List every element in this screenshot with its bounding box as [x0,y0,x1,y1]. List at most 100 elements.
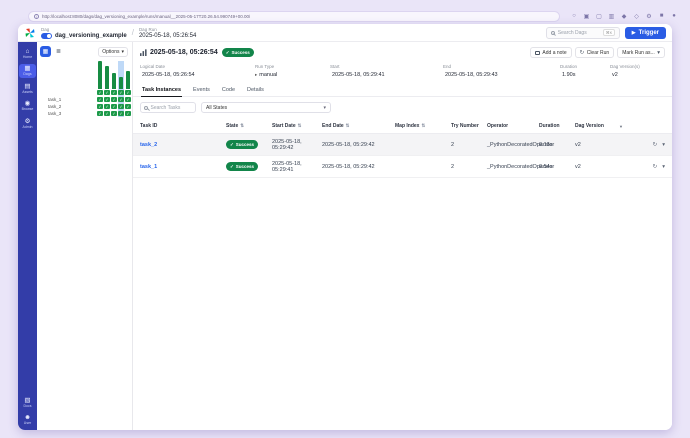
column-header[interactable]: Try Number ⇅ [451,123,487,129]
task-instance-square[interactable]: ✓ [97,110,103,117]
column-header[interactable]: Map Index ⇅ [395,123,451,129]
run-duration-bar[interactable] [111,73,117,89]
search-dags-input[interactable]: Search Dags ⌘K [545,26,620,39]
task-instance-square[interactable]: ✓ [97,96,103,103]
sort-icon[interactable]: ⇅ [346,123,350,129]
run-duration-bar-cell[interactable] [97,61,103,89]
task-instance-square[interactable]: ✓ [111,89,117,96]
sort-icon[interactable]: ⇅ [298,123,302,129]
sidebar-item[interactable]: ☻ User [19,413,36,428]
browser-toolbar-icon[interactable]: ⚙ [645,13,653,20]
tab[interactable]: Code [221,87,236,96]
sidebar-item[interactable]: ⚙ Admin [19,116,36,131]
task-instance-square[interactable]: ✓ [125,96,131,103]
address-bar[interactable]: i http://localhost:8080/dags/dag_version… [28,10,560,22]
browser-toolbar-icon[interactable]: ▥ [608,13,616,20]
task-instance-cell[interactable]: ✓ [118,103,124,110]
row-menu-icon[interactable]: ▾ [662,142,665,148]
state-filter-select[interactable]: All States ▾ [201,102,331,113]
task-instance-cell[interactable]: ✓ [97,103,103,110]
run-duration-bar[interactable] [104,66,110,89]
task-instance-square[interactable]: ✓ [104,96,110,103]
clear-run-button[interactable]: ↻ Clear Run [574,47,615,58]
column-header[interactable]: End Date ⇅ [322,123,395,129]
task-instance-square[interactable]: ✓ [111,110,117,117]
browser-toolbar-icon[interactable]: ◆ [620,13,628,20]
task-instance-cell[interactable]: ✓ [104,103,110,110]
task-instance-square[interactable]: ✓ [125,103,131,110]
tab[interactable]: Task Instances [141,87,183,97]
run-duration-bar[interactable] [97,61,103,89]
task-instance-square[interactable]: ✓ [111,103,117,110]
column-header[interactable]: Operator ⇅ [487,123,539,129]
task-instance-square[interactable]: ✓ [97,103,103,110]
task-instance-cell[interactable]: ✓ [104,110,110,117]
task-list-button[interactable]: ≣ [53,46,64,57]
task-instance-square[interactable]: ✓ [104,89,110,96]
site-info-icon[interactable]: i [34,13,39,19]
task-instance-cell[interactable]: ✓ [111,89,117,96]
search-tasks-input[interactable]: Search Tasks [140,102,196,113]
task-instance-cell[interactable]: ✓ [111,103,117,110]
column-header[interactable]: Dag Version ⇅ [575,123,619,129]
task-instance-square[interactable]: ✓ [97,89,103,96]
grid-task-label[interactable]: task_3 [39,111,96,116]
row-menu-icon[interactable]: ▾ [662,164,665,170]
tab[interactable]: Details [246,87,265,96]
column-header[interactable]: Start Date ⇅ [272,123,322,129]
task-instance-cell[interactable]: ✓ [111,110,117,117]
task-instance-cell[interactable]: ✓ [111,96,117,103]
browser-toolbar-icon[interactable]: ● [670,13,678,19]
task-instance-square[interactable]: ✓ [111,96,117,103]
run-duration-bar-cell[interactable] [118,61,124,89]
run-duration-bar[interactable] [118,76,124,89]
run-duration-bar[interactable] [125,71,131,89]
sidebar-item[interactable]: ◉ Browse [19,99,36,114]
task-instance-square[interactable]: ✓ [125,89,131,96]
task-instance-square[interactable]: ✓ [104,103,110,110]
browser-toolbar-icon[interactable]: ▣ [583,13,591,20]
sidebar-item[interactable]: ▦ Dags [19,63,36,78]
mark-run-as-button[interactable]: Mark Run as... ▾ [617,47,665,58]
task-instance-cell[interactable]: ✓ [118,96,124,103]
add-note-button[interactable]: Add a note [529,47,572,58]
column-filter-toggle[interactable]: ▼ [619,124,635,129]
options-dropdown[interactable]: Options ▾ [98,46,128,57]
grid-view-button[interactable]: ▦ [40,46,51,57]
run-duration-bar-cell[interactable] [125,61,131,89]
task-instance-cell[interactable]: ✓ [104,96,110,103]
tab[interactable]: Events [192,87,211,96]
dag-pause-toggle[interactable] [41,32,52,39]
task-instance-cell[interactable]: ✓ [97,96,103,103]
column-header[interactable]: State ⇅ [226,123,272,129]
column-header[interactable]: Duration ⇅ [539,123,575,129]
task-instance-cell[interactable]: ✓ [125,96,131,103]
task-instance-square[interactable]: ✓ [125,110,131,117]
table-row[interactable]: task_2 ✓ Success 2025-05-18, 05:29:42 202… [133,134,672,156]
task-instance-square[interactable]: ✓ [118,110,124,117]
sidebar-item[interactable]: ⌂ Home [19,46,36,61]
airflow-logo-icon[interactable] [24,27,36,39]
dag-name-link[interactable]: dag_versioning_example [55,33,127,39]
column-header[interactable]: Task ID ⇅ [140,123,226,129]
task-id-link[interactable]: task_1 [140,164,226,170]
grid-task-label[interactable]: task_2 [39,104,96,109]
run-duration-bar-cell[interactable] [111,61,117,89]
task-instance-cell[interactable]: ✓ [125,103,131,110]
browser-toolbar-icon[interactable]: ▢ [595,13,603,20]
task-instance-cell[interactable]: ✓ [97,110,103,117]
task-instance-square[interactable]: ✓ [118,103,124,110]
clear-task-icon[interactable]: ↻ [653,164,658,170]
run-duration-bar-cell[interactable] [104,61,110,89]
task-instance-square[interactable]: ✓ [104,110,110,117]
sort-icon[interactable]: ⇅ [240,123,244,129]
task-instance-cell[interactable]: ✓ [125,110,131,117]
task-instance-cell[interactable]: ✓ [118,110,124,117]
task-instance-cell[interactable]: ✓ [97,89,103,96]
browser-toolbar-icon[interactable]: ◇ [633,13,641,20]
task-instance-cell[interactable]: ✓ [104,89,110,96]
task-instance-cell[interactable]: ✓ [125,89,131,96]
task-instance-square[interactable]: ✓ [118,96,124,103]
table-row[interactable]: task_1 ✓ Success 2025-05-18, 05:29:41 202… [133,156,672,178]
browser-toolbar-icon[interactable]: ○ [570,13,578,19]
